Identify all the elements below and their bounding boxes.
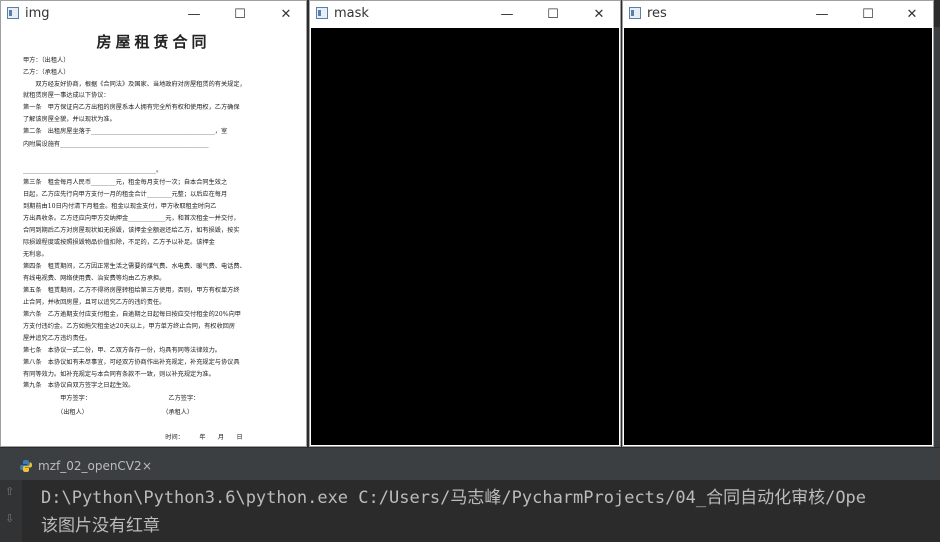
- document-line: 乙方：（承租人）: [23, 69, 70, 76]
- document-line: 甲方签字： 乙方签字：: [23, 395, 200, 402]
- contract-document-image: 房屋租赁合同 甲方：（出租人） 乙方：（承租人） 双方经友好协商，根据《合同法》及…: [2, 28, 305, 445]
- console-gutter: ⇧ ⇩: [0, 480, 22, 542]
- document-line: 第三条 租金每月人民币________元，租金每月支付一次；自本合同生效之: [23, 179, 228, 186]
- mask-image: [311, 28, 619, 445]
- maximize-button[interactable]: ☐: [845, 1, 891, 27]
- close-button[interactable]: ✕: [576, 1, 622, 27]
- minimize-button[interactable]: —: [484, 1, 530, 27]
- document-line: 第二条 出租房屋坐落于_____________________________…: [23, 128, 228, 135]
- run-tab-close-icon[interactable]: ×: [142, 459, 152, 473]
- document-line: 际损毁程度或按照损毁物品价值扣除，不足的，乙方予以补足。该押金: [23, 239, 215, 246]
- document-line: 合同到期后乙方对房屋现状如无损毁，该押金全额退还给乙方，如有损毁，按实: [23, 227, 240, 234]
- document-line: 甲方：（出租人）: [23, 57, 70, 64]
- document-line: 有线电视费、网络使用费、治安费等均由乙方承担。: [23, 275, 166, 282]
- document-line: 屋并追究乙方违约责任。: [23, 335, 92, 342]
- scroll-down-icon[interactable]: ⇩: [5, 512, 14, 525]
- run-console: ⇧ ⇩ D:\Python\Python3.6\python.exe C:/Us…: [0, 480, 940, 542]
- document-line: 第八条 本协议如有未尽事宜，可经双方协商作出补充规定，补充规定与协议具: [23, 359, 240, 366]
- minimize-button[interactable]: —: [171, 1, 217, 27]
- close-button[interactable]: ✕: [263, 1, 309, 27]
- run-tab-label[interactable]: mzf_02_openCV2: [38, 459, 142, 473]
- document-line: ________________________________________…: [23, 167, 163, 174]
- document-line: 第一条 甲方保证向乙方出租的房屋系本人拥有完全所有权和使用权，乙方确保: [23, 104, 240, 111]
- window-app-icon: [7, 7, 19, 19]
- res-titlebar[interactable]: res — ☐ ✕: [623, 1, 933, 27]
- console-output-line: 该图片没有红章: [41, 516, 160, 536]
- res-image: [624, 28, 932, 445]
- document-line: 时间： 年 月 日: [23, 434, 243, 441]
- scroll-up-icon[interactable]: ⇧: [5, 485, 14, 498]
- window-title: mask: [334, 6, 369, 21]
- window-title: img: [25, 6, 50, 21]
- mask-titlebar[interactable]: mask — ☐ ✕: [310, 1, 620, 27]
- console-command-line: D:\Python\Python3.6\python.exe C:/Users/…: [41, 488, 867, 508]
- document-line: （出租人） （承租人）: [23, 409, 194, 416]
- document-line: 方支付违约金。乙方如拖欠租金达20天以上，甲方单方终止合同，有权收回房: [23, 323, 236, 330]
- document-line: 无利息。: [23, 251, 48, 258]
- maximize-button[interactable]: ☐: [217, 1, 263, 27]
- img-titlebar[interactable]: img — ☐ ✕: [1, 1, 306, 27]
- background-editor-strip: [933, 27, 940, 447]
- document-line: 了解该房屋全貌，并以现状为准。: [23, 116, 116, 123]
- python-icon: [20, 460, 32, 472]
- document-title: 房屋租赁合同: [96, 33, 211, 51]
- close-button[interactable]: ✕: [889, 1, 935, 27]
- mask-window[interactable]: mask — ☐ ✕: [309, 0, 621, 447]
- minimize-button[interactable]: —: [799, 1, 845, 27]
- document-line: 第九条 本协议自双方签字之日起生效。: [23, 382, 135, 389]
- document-line: 方出具收条。乙方还应向甲方交纳押金____________元，和首次租金一并交付…: [23, 215, 240, 222]
- document-line: 内附属设施有__________________________________…: [23, 141, 209, 148]
- window-app-icon: [316, 7, 328, 19]
- maximize-button[interactable]: ☐: [530, 1, 576, 27]
- res-window[interactable]: res — ☐ ✕: [622, 0, 934, 447]
- document-line: 第六条 乙方逾期支付应支付租金，自逾期之日起每日按应交付租金的20%向甲: [23, 311, 241, 318]
- window-app-icon: [629, 7, 641, 19]
- document-line: 日起，乙方应先行向甲方支付一月的租金合计________元整；以后应在每月: [23, 191, 228, 198]
- document-line: 第七条 本协议一式二份，甲、乙双方各存一份，均具有同等法律效力。: [23, 347, 221, 354]
- document-line: 到期前由10日内付清下月租金。租金以现金支付，甲方收取租金时向乙: [23, 203, 217, 210]
- document-line: 就租赁房屋一事达成以下协议：: [23, 92, 110, 99]
- document-line: 第五条 租赁期间，乙方不得将房屋转租给第三方使用，否则，甲方有权单方终: [23, 287, 240, 294]
- img-window[interactable]: img — ☐ ✕ 房屋租赁合同 甲方：（出租人） 乙方：（承租人） 双方经友好协…: [0, 0, 307, 447]
- document-line: 止合同，并收回房屋，且可以追究乙方的违约责任。: [23, 299, 166, 306]
- window-title: res: [647, 6, 667, 21]
- document-line: 第四条 租赁期间，乙方因正常生活之需要的煤气费、水电费、暖气费、电话费、: [23, 263, 246, 270]
